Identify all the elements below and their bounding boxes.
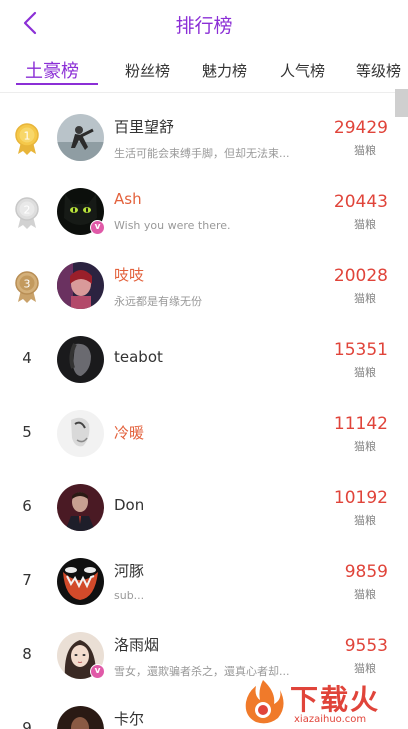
tab-popularity[interactable]: 人气榜 (280, 60, 325, 81)
user-name: Ash (114, 190, 142, 208)
list-item[interactable]: 3 吱吱 永远都是有缘无份 20028 猫粮 (0, 248, 408, 322)
user-name: 冷暖 (114, 424, 145, 442)
medal-rank: 3 (24, 278, 31, 291)
list-item[interactable]: 2 v Ash Wish you were there. 20443 猫粮 (0, 174, 408, 248)
score-unit: 猫粮 (354, 218, 376, 231)
page-title: 排行榜 (175, 15, 233, 37)
rank-number: 7 (22, 571, 32, 589)
score-unit: 猫粮 (354, 292, 376, 305)
score-value: 15351 (333, 340, 388, 360)
vip-badge-icon: v (90, 664, 105, 679)
list-item[interactable]: 4 teabot 15351 猫粮 (0, 322, 408, 396)
score-value: 20028 (333, 266, 388, 286)
list-item[interactable]: 1 百里望舒 生活可能会束缚手脚，但却无法束... 29429 猫粮 (0, 100, 408, 174)
user-signature: 永远都是有缘无份 (114, 295, 202, 308)
rank-number: 5 (22, 423, 32, 441)
user-name: 河豚 (114, 562, 145, 580)
score-unit: 猫粮 (354, 588, 376, 601)
avatar[interactable] (57, 336, 104, 383)
list-item[interactable]: 7 河豚 sub... 9859 猫粮 (0, 544, 408, 618)
score-unit: 猫粮 (354, 366, 376, 379)
tab-fans[interactable]: 粉丝榜 (125, 60, 170, 81)
rank-number: 4 (22, 349, 32, 367)
ranking-tabs: 土豪榜 粉丝榜 魅力榜 人气榜 等级榜 (0, 54, 408, 90)
rank-number: 8 (22, 645, 32, 663)
score-unit: 猫粮 (354, 144, 376, 157)
tabs-divider (0, 92, 408, 93)
score-value: 20443 (333, 192, 388, 212)
watermark-logo: 下载火 xiazaihuo.com (238, 674, 408, 729)
score-value: 29429 (333, 118, 388, 138)
user-name: Don (114, 496, 145, 514)
gold-medal-icon: 1 (15, 123, 39, 155)
list-item[interactable]: 5 冷暖 11142 猫粮 (0, 396, 408, 470)
medal-rank: 2 (24, 204, 31, 217)
user-name: 洛雨烟 (114, 636, 160, 654)
avatar[interactable] (57, 114, 104, 161)
active-tab-indicator (16, 83, 98, 85)
user-name: 卡尔 (114, 710, 145, 728)
avatar[interactable] (57, 410, 104, 457)
score-unit: 猫粮 (354, 440, 376, 453)
rank-number: 6 (22, 497, 32, 515)
bronze-medal-icon: 3 (15, 271, 39, 303)
medal-rank: 1 (24, 130, 31, 143)
flame-logo-icon (245, 680, 284, 724)
list-item[interactable]: 6 Don 10192 猫粮 (0, 470, 408, 544)
user-name: 百里望舒 (114, 118, 175, 136)
score-unit: 猫粮 (354, 514, 376, 527)
avatar[interactable] (57, 262, 104, 309)
rank-number: 9 (22, 719, 32, 729)
silver-medal-icon: 2 (15, 197, 39, 229)
scrollbar[interactable] (395, 89, 408, 117)
tab-level[interactable]: 等级榜 (356, 60, 401, 81)
user-name: teabot (114, 348, 163, 366)
score-value: 11142 (333, 414, 388, 434)
score-value: 9553 (344, 636, 388, 656)
user-signature: 生活可能会束缚手脚，但却无法束... (114, 147, 290, 160)
watermark-url: xiazaihuo.com (294, 714, 367, 725)
score-value: 9859 (344, 562, 388, 582)
avatar[interactable] (57, 484, 104, 531)
user-name: 吱吱 (114, 266, 145, 284)
watermark-text: 下载火 (290, 683, 381, 716)
avatar[interactable] (57, 558, 104, 605)
vip-badge-icon: v (90, 220, 105, 235)
user-signature: sub... (114, 589, 145, 602)
user-signature: Wish you were there. (114, 219, 231, 232)
top-bar: 排行榜 (0, 0, 408, 46)
tab-tycoon[interactable]: 土豪榜 (25, 57, 79, 83)
score-value: 10192 (333, 488, 388, 508)
avatar[interactable] (57, 706, 104, 729)
tab-charm[interactable]: 魅力榜 (202, 60, 247, 81)
